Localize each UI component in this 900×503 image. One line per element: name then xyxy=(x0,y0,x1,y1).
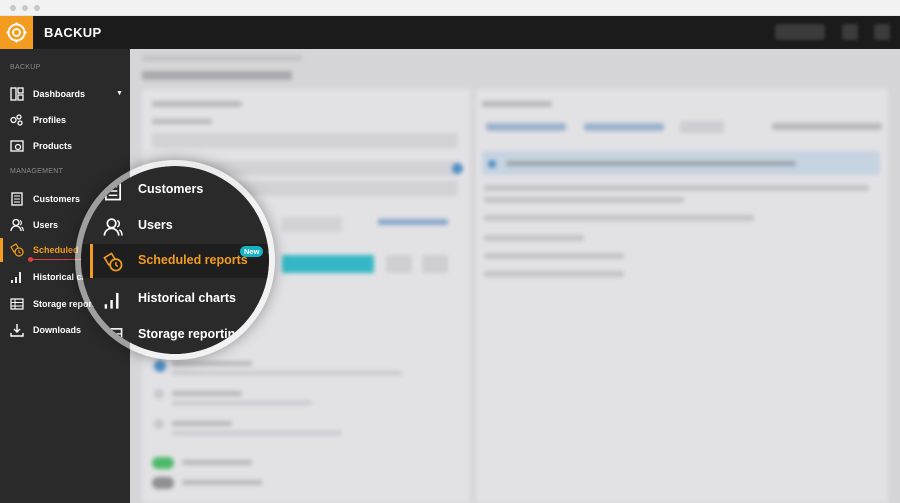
toolbar-select[interactable] xyxy=(680,121,724,133)
magnifier-lens: Customers Users Scheduled reports New Hi… xyxy=(75,160,275,360)
panel-heading xyxy=(152,101,242,107)
report-contents-panel xyxy=(476,89,888,503)
banner-text xyxy=(506,161,796,166)
magnified-item-customers[interactable]: Customers xyxy=(81,173,269,207)
historical-charts-icon xyxy=(10,270,24,284)
window-close-dot[interactable] xyxy=(10,5,16,11)
sidebar-item-label: Profiles xyxy=(33,115,67,125)
option-label xyxy=(172,421,232,426)
new-badge: New xyxy=(240,246,264,257)
storage-reporting-icon xyxy=(10,297,24,311)
column-list xyxy=(484,271,624,277)
radio[interactable] xyxy=(154,389,164,399)
storage-reporting-icon xyxy=(103,326,123,346)
panel-heading xyxy=(482,101,552,107)
primary-button[interactable] xyxy=(282,255,374,273)
sidebar-item-products[interactable]: Products xyxy=(0,134,130,158)
magnified-item-label: Customers xyxy=(138,182,204,196)
option-label xyxy=(172,391,242,396)
profiles-icon xyxy=(10,113,24,127)
sidebar-item-label: Customers xyxy=(33,194,81,204)
field-input[interactable] xyxy=(282,217,342,232)
sidebar-item-label: Users xyxy=(33,220,59,230)
magnified-item-scheduled-reports[interactable]: Scheduled reports New xyxy=(81,244,269,278)
report-name-input[interactable] xyxy=(152,133,458,148)
column-list xyxy=(484,197,684,203)
option-description xyxy=(172,431,342,435)
toggle-label xyxy=(182,480,262,485)
toggle-on[interactable] xyxy=(152,457,174,469)
sidebar-item-label: Dashboards xyxy=(33,89,86,99)
toolbar-button[interactable] xyxy=(486,123,566,131)
magnified-item-storage-reporting[interactable]: Storage reporting xyxy=(81,318,269,352)
sidebar-item-dashboards[interactable]: Dashboards ▼ xyxy=(0,82,130,106)
info-icon xyxy=(488,160,496,168)
secondary-button[interactable] xyxy=(386,255,412,273)
header-user-menu[interactable] xyxy=(775,24,825,40)
magnified-item-label: Scheduled reports xyxy=(138,253,248,267)
sidebar-item-profiles[interactable]: Profiles xyxy=(0,108,130,132)
logo-icon[interactable] xyxy=(0,16,33,49)
column-list xyxy=(484,215,754,221)
magnified-item-historical-charts[interactable]: Historical charts xyxy=(81,282,269,316)
customers-icon xyxy=(103,181,123,201)
window-minimize-dot[interactable] xyxy=(22,5,28,11)
sidebar-item-label: Downloads xyxy=(33,325,82,335)
column-list xyxy=(484,253,624,259)
option-description xyxy=(172,371,402,375)
scheduled-reports-icon xyxy=(103,252,123,272)
historical-charts-icon xyxy=(103,290,123,310)
header-settings-icon[interactable] xyxy=(874,24,890,40)
toolbar-status xyxy=(772,123,882,130)
magnified-item-users[interactable]: Users xyxy=(81,209,269,243)
active-indicator xyxy=(90,244,93,278)
users-icon xyxy=(103,217,123,237)
active-indicator xyxy=(0,238,3,262)
downloads-icon xyxy=(10,323,24,337)
magnified-sidebar: Customers Users Scheduled reports New Hi… xyxy=(81,166,269,354)
magnified-item-label: Users xyxy=(138,218,173,232)
link-text[interactable] xyxy=(378,219,448,225)
scheduled-reports-icon xyxy=(10,243,24,257)
radio[interactable] xyxy=(154,419,164,429)
column-list xyxy=(484,185,869,191)
app-header: BACKUP xyxy=(0,16,900,49)
radio-selected[interactable] xyxy=(154,360,166,372)
sidebar-section-management: MANAGEMENT xyxy=(10,168,64,175)
toggle-label xyxy=(182,460,252,465)
toolbar-button[interactable] xyxy=(584,123,664,131)
column-list xyxy=(484,235,584,241)
chevron-down-icon: ▼ xyxy=(116,90,123,97)
window-maximize-dot[interactable] xyxy=(34,5,40,11)
breadcrumb xyxy=(142,55,302,61)
customers-icon xyxy=(10,192,24,206)
products-icon xyxy=(10,139,24,153)
toggle-off[interactable] xyxy=(152,477,174,489)
option-label xyxy=(172,361,252,366)
app-title: BACKUP xyxy=(44,25,102,40)
sidebar-section-backup: BACKUP xyxy=(10,64,41,71)
option-description xyxy=(172,401,312,405)
info-icon[interactable] xyxy=(452,163,463,174)
page-title xyxy=(142,71,292,80)
browser-chrome xyxy=(0,0,900,16)
secondary-button[interactable] xyxy=(422,255,448,273)
magnified-item-label: Historical charts xyxy=(138,291,236,305)
sidebar-item-label: Products xyxy=(33,141,73,151)
magnified-item-label: Storage reporting xyxy=(138,327,243,341)
dashboard-icon xyxy=(10,87,24,101)
users-icon xyxy=(10,218,24,232)
header-help-icon[interactable] xyxy=(842,24,858,40)
field-label xyxy=(152,119,212,124)
